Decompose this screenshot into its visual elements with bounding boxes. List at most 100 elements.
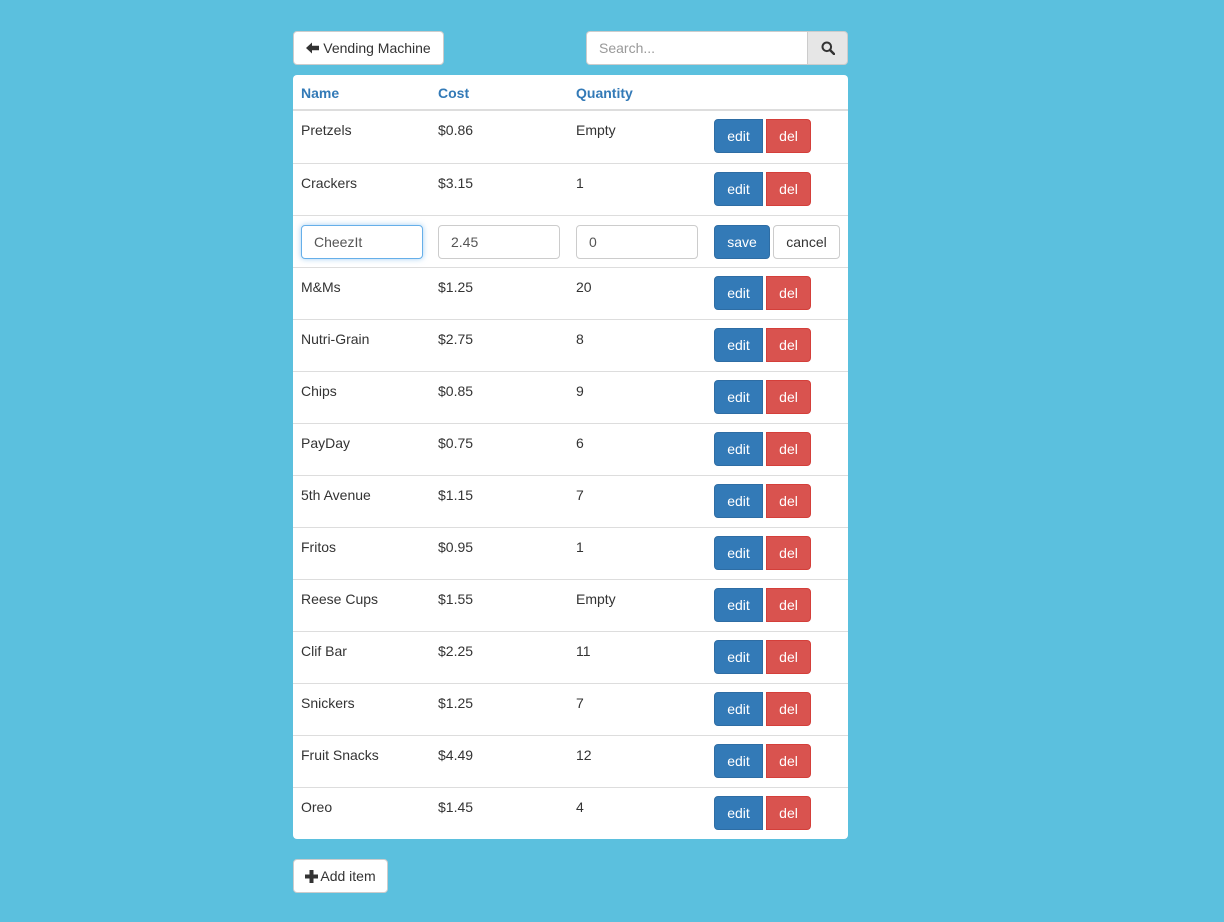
item-cost: $1.15 <box>438 487 474 503</box>
add-item-button[interactable]: Add item <box>293 859 388 893</box>
table-row: Chips $0.85 9 edit del <box>293 371 848 423</box>
table-row: Fritos $0.95 1 edit del <box>293 527 848 579</box>
item-cost: $1.45 <box>438 799 474 815</box>
item-quantity: 4 <box>576 799 584 815</box>
edit-button[interactable]: edit <box>714 744 763 778</box>
table-row: 5th Avenue $1.15 7 edit del <box>293 475 848 527</box>
search-button[interactable] <box>807 31 848 65</box>
item-name: Snickers <box>301 695 355 711</box>
search-group <box>586 31 848 65</box>
item-quantity: 6 <box>576 435 584 451</box>
cancel-button[interactable]: cancel <box>773 225 840 259</box>
edit-button[interactable]: edit <box>714 380 763 414</box>
table-header: Name Cost Quantity <box>293 75 848 111</box>
item-cost: $1.25 <box>438 695 474 711</box>
delete-button[interactable]: del <box>766 172 811 206</box>
table-row: Clif Bar $2.25 11 edit del <box>293 631 848 683</box>
item-name: Crackers <box>301 175 358 191</box>
delete-button[interactable]: del <box>766 432 811 466</box>
table-row: Reese Cups $1.55 Empty edit del <box>293 579 848 631</box>
table-row: Crackers $3.15 1 edit del <box>293 163 848 215</box>
search-input[interactable] <box>586 31 808 65</box>
table-body: Pretzels $0.86 Empty edit del Crackers $3.15 1 e… <box>293 111 848 839</box>
delete-button[interactable]: del <box>766 640 811 674</box>
item-quantity: 1 <box>576 175 584 191</box>
item-name: Nutri-Grain <box>301 331 370 347</box>
arrow-left-icon <box>306 42 320 54</box>
item-quantity: 7 <box>576 487 584 503</box>
item-quantity: 7 <box>576 695 584 711</box>
edit-button[interactable]: edit <box>714 328 763 362</box>
item-cost: $4.49 <box>438 747 474 763</box>
delete-button[interactable]: del <box>766 796 811 830</box>
item-quantity: 9 <box>576 383 584 399</box>
column-header-cost[interactable]: Cost <box>438 85 469 101</box>
item-cost: $0.75 <box>438 435 474 451</box>
table-row: Snickers $1.25 7 edit del <box>293 683 848 735</box>
table-row: PayDay $0.75 6 edit del <box>293 423 848 475</box>
item-name: Chips <box>301 383 337 399</box>
table-row: M&Ms $1.25 20 edit del <box>293 267 848 319</box>
edit-button[interactable]: edit <box>714 588 763 622</box>
add-item-label: Add item <box>320 868 376 884</box>
edit-button[interactable]: edit <box>714 692 763 726</box>
items-table: Name Cost Quantity Pretzels $0.86 Empty edi… <box>293 75 848 839</box>
item-cost: $2.25 <box>438 643 474 659</box>
item-quantity: 11 <box>576 643 591 659</box>
item-quantity: 12 <box>576 747 592 763</box>
delete-button[interactable]: del <box>766 276 811 310</box>
delete-button[interactable]: del <box>766 328 811 362</box>
delete-button[interactable]: del <box>766 744 811 778</box>
item-cost: $1.25 <box>438 279 474 295</box>
item-quantity: 20 <box>576 279 592 295</box>
item-name: Reese Cups <box>301 591 379 607</box>
save-button[interactable]: save <box>714 225 770 259</box>
column-header-quantity[interactable]: Quantity <box>576 85 633 101</box>
plus-icon <box>305 869 319 883</box>
delete-button[interactable]: del <box>766 119 811 153</box>
item-cost: $0.85 <box>438 383 474 399</box>
delete-button[interactable]: del <box>766 692 811 726</box>
search-icon <box>821 41 835 55</box>
item-cost: $2.75 <box>438 331 474 347</box>
back-button-label: Vending Machine <box>323 40 431 56</box>
edit-name-input[interactable] <box>301 225 423 259</box>
table-row: Nutri-Grain $2.75 8 edit del <box>293 319 848 371</box>
item-name: Clif Bar <box>301 643 347 659</box>
edit-button[interactable]: edit <box>714 119 763 153</box>
item-name: Fruit Snacks <box>301 747 379 763</box>
item-name: M&Ms <box>301 279 341 295</box>
edit-button[interactable]: edit <box>714 796 763 830</box>
table-row: Fruit Snacks $4.49 12 edit del <box>293 735 848 787</box>
item-name: Oreo <box>301 799 333 815</box>
item-name: Pretzels <box>301 122 352 138</box>
edit-button[interactable]: edit <box>714 276 763 310</box>
edit-button[interactable]: edit <box>714 536 763 570</box>
edit-button[interactable]: edit <box>714 172 763 206</box>
column-header-name[interactable]: Name <box>301 85 339 101</box>
item-quantity: Empty <box>576 122 616 138</box>
item-name: PayDay <box>301 435 351 451</box>
back-button[interactable]: Vending Machine <box>293 31 444 65</box>
edit-button[interactable]: edit <box>714 432 763 466</box>
table-row-editing: savecancel <box>293 215 848 267</box>
delete-button[interactable]: del <box>766 484 811 518</box>
table-row: Pretzels $0.86 Empty edit del <box>293 111 848 163</box>
item-cost: $0.95 <box>438 539 474 555</box>
item-name: 5th Avenue <box>301 487 371 503</box>
item-cost: $3.15 <box>438 175 474 191</box>
table-row: Oreo $1.45 4 edit del <box>293 787 848 839</box>
delete-button[interactable]: del <box>766 536 811 570</box>
item-quantity: 8 <box>576 331 584 347</box>
item-cost: $0.86 <box>438 122 474 138</box>
item-cost: $1.55 <box>438 591 474 607</box>
edit-button[interactable]: edit <box>714 640 763 674</box>
edit-quantity-input[interactable] <box>576 225 698 259</box>
item-name: Fritos <box>301 539 336 555</box>
item-quantity: Empty <box>576 591 616 607</box>
edit-cost-input[interactable] <box>438 225 560 259</box>
edit-button[interactable]: edit <box>714 484 763 518</box>
delete-button[interactable]: del <box>766 380 811 414</box>
delete-button[interactable]: del <box>766 588 811 622</box>
item-quantity: 1 <box>576 539 584 555</box>
